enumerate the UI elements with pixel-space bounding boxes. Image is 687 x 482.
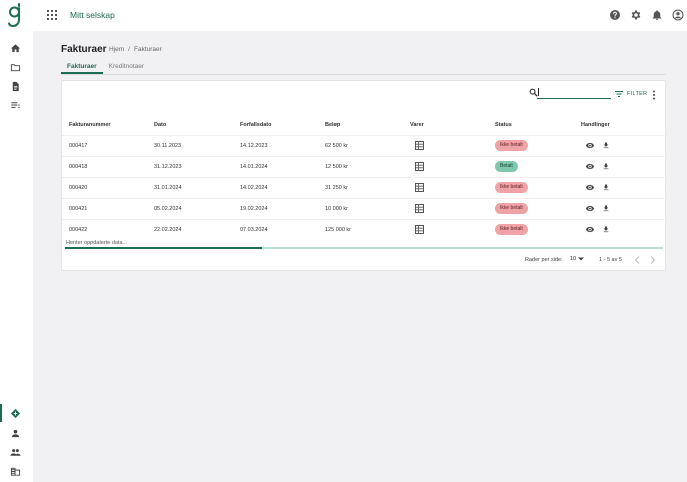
more-options-icon[interactable] (652, 90, 656, 100)
view-eye-icon[interactable] (585, 204, 595, 213)
previous-page-icon[interactable] (634, 256, 640, 264)
business-icon[interactable] (10, 466, 21, 477)
status-badge: Ikke betalt (495, 182, 528, 193)
download-icon[interactable] (602, 225, 610, 234)
sidebar-active-indicator (0, 404, 2, 422)
folder-icon[interactable] (10, 62, 21, 73)
loading-progress-fill (65, 247, 263, 249)
text-caret (538, 88, 539, 96)
status-badge: Ikke betalt (495, 203, 528, 214)
download-icon[interactable] (602, 162, 610, 171)
invoice-number: 000421 (69, 206, 88, 212)
items-table-icon[interactable] (415, 225, 424, 234)
tab-credit-notes[interactable]: Kreditnotaer (103, 60, 150, 74)
filter-lines-icon (615, 91, 623, 97)
table-row[interactable]: 000422 22.02.2024 07.03.2024 125 000 kr … (62, 219, 667, 240)
invoice-due-date: 14.12.2023 (240, 143, 268, 149)
search-input[interactable] (537, 87, 611, 99)
settings-gear-icon[interactable] (630, 9, 642, 21)
logo-g-icon (8, 3, 20, 28)
breadcrumb-current: Fakturaer (133, 46, 162, 53)
items-table-icon[interactable] (415, 162, 424, 171)
download-icon[interactable] (602, 183, 610, 192)
invoice-number: 000420 (69, 185, 88, 191)
view-eye-icon[interactable] (585, 162, 595, 171)
apps-grid-icon[interactable] (47, 10, 57, 20)
home-icon[interactable] (10, 43, 21, 54)
account-circle-icon[interactable] (672, 9, 684, 21)
download-icon[interactable] (602, 204, 610, 213)
chevron-down-icon (578, 257, 585, 261)
company-name[interactable]: Mitt selskap (70, 10, 115, 21)
invoice-due-date: 14.02.2024 (240, 185, 268, 191)
invoice-due-date: 07.03.2024 (240, 227, 268, 233)
pagination-range: 1 - 5 av 5 (599, 257, 622, 263)
help-icon[interactable] (609, 9, 621, 21)
status-badge: Ikke betalt (495, 224, 528, 235)
loading-text: Henter oppdaterte data... (66, 240, 128, 246)
loading-progress-bar (65, 247, 663, 249)
invoices-card: FILTER Fakturanummer Dato Forfallsdato B… (61, 80, 667, 271)
column-header-amount[interactable]: Beløp (325, 122, 340, 128)
invoice-date: 05.02.2024 (154, 206, 182, 212)
invoice-due-date: 14.01.2024 (240, 164, 268, 170)
sidebar (0, 31, 33, 482)
column-header-actions: Handlinger (581, 122, 610, 128)
table-row[interactable]: 000420 31.01.2024 14.02.2024 31 250 kr I… (62, 177, 667, 198)
status-badge: Ikke betalt (495, 140, 528, 151)
invoice-number: 000417 (69, 143, 88, 149)
view-eye-icon[interactable] (585, 225, 595, 234)
breadcrumb: Hjem / Fakturaer (109, 45, 162, 54)
table-row[interactable]: 000421 05.02.2024 19.02.2024 10 000 kr I… (62, 198, 667, 219)
column-header-number[interactable]: Fakturanummer (69, 122, 111, 128)
rows-per-page-label: Rader per side: (525, 257, 563, 263)
people-icon[interactable] (10, 447, 21, 458)
invoice-amount: 62 500 kr (325, 143, 348, 149)
invoice-tag-icon[interactable] (10, 408, 21, 419)
person-icon[interactable] (10, 428, 21, 439)
invoice-amount: 125 000 kr (325, 227, 351, 233)
document-icon[interactable] (10, 81, 21, 92)
breadcrumb-home[interactable]: Hjem (109, 46, 124, 53)
invoice-number: 000418 (69, 164, 88, 170)
items-table-icon[interactable] (415, 183, 424, 192)
rows-per-page-select[interactable]: 10 (570, 256, 585, 262)
table-row[interactable]: 000418 31.12.2023 14.01.2024 12 500 kr B… (62, 156, 667, 177)
tab-invoices[interactable]: Fakturaer (61, 60, 103, 74)
status-badge: Betalt (495, 161, 518, 172)
items-table-icon[interactable] (415, 141, 424, 150)
invoice-amount: 12 500 kr (325, 164, 348, 170)
items-table-icon[interactable] (415, 204, 424, 213)
column-header-status[interactable]: Status (495, 122, 512, 128)
invoice-date: 31.01.2024 (154, 185, 182, 191)
notifications-bell-icon[interactable] (651, 9, 663, 21)
page-title: Fakturaer (61, 44, 107, 55)
column-header-items[interactable]: Varer (410, 122, 424, 128)
invoice-date: 30.11.2023 (154, 143, 182, 149)
table-row[interactable]: 000417 30.11.2023 14.12.2023 62 500 kr I… (62, 135, 667, 156)
list-icon[interactable] (10, 100, 21, 111)
tab-bar: Fakturaer Kreditnotaer (61, 60, 666, 75)
table-header: Fakturanummer Dato Forfallsdato Beløp Va… (62, 120, 667, 136)
next-page-icon[interactable] (650, 256, 656, 264)
view-eye-icon[interactable] (585, 141, 595, 150)
column-header-due-date[interactable]: Forfallsdato (240, 122, 271, 128)
invoice-date: 31.12.2023 (154, 164, 182, 170)
filter-label: FILTER (627, 91, 648, 97)
filter-button[interactable]: FILTER (615, 91, 647, 97)
brand-logo[interactable] (8, 3, 22, 28)
top-bar: Mitt selskap (0, 0, 687, 31)
invoice-due-date: 19.02.2024 (240, 206, 268, 212)
rows-per-page-value: 10 (570, 256, 577, 262)
view-eye-icon[interactable] (585, 183, 595, 192)
invoice-number: 000422 (69, 227, 88, 233)
invoice-amount: 31 250 kr (325, 185, 348, 191)
download-icon[interactable] (602, 141, 610, 150)
breadcrumb-separator: / (128, 46, 130, 53)
column-header-date[interactable]: Dato (154, 122, 166, 128)
invoice-amount: 10 000 kr (325, 206, 348, 212)
invoice-date: 22.02.2024 (154, 227, 182, 233)
